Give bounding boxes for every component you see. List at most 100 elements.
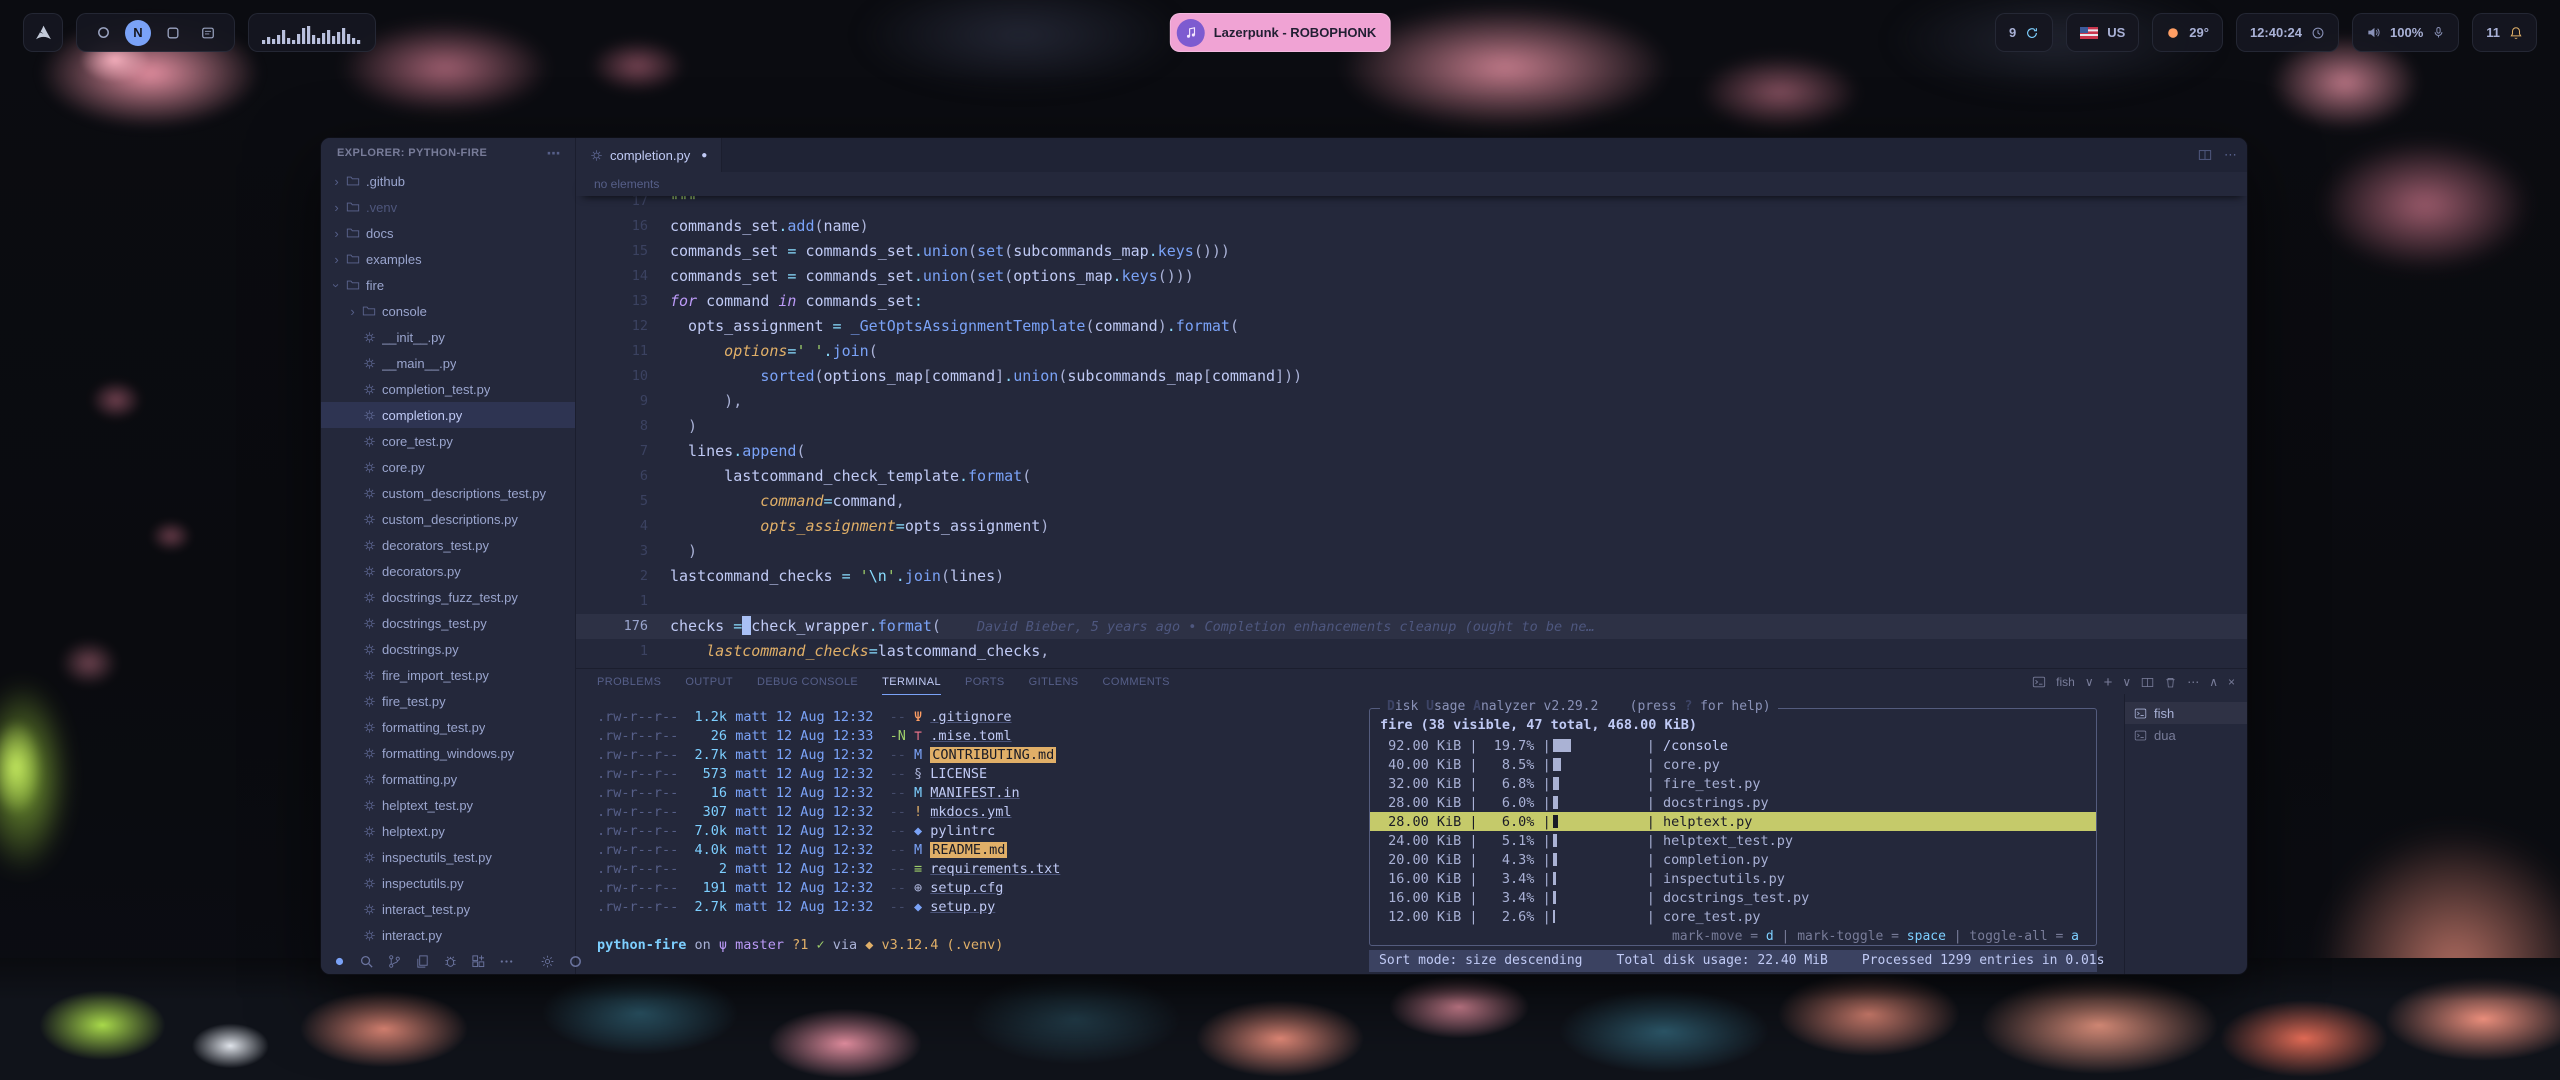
tree-file-core.py[interactable]: core.py [321, 454, 575, 480]
code-text [648, 589, 670, 614]
tab-completion-py[interactable]: completion.py ● [576, 138, 722, 172]
python-file-icon [360, 929, 378, 942]
clock-widget[interactable]: 12:40:24 [2236, 13, 2339, 52]
workspace-1[interactable] [90, 20, 116, 46]
dua-row-inspectutils.py[interactable]: 16.00 KiB | 3.4% || inspectutils.py [1370, 869, 2096, 888]
keyboard-layout-widget[interactable]: US [2066, 13, 2139, 52]
tree-folder-.github[interactable]: ›.github [321, 168, 575, 194]
tree-item-label: docs [366, 226, 393, 241]
tree-file-decorators_test.py[interactable]: decorators_test.py [321, 532, 575, 558]
tree-file-docstrings_test.py[interactable]: docstrings_test.py [321, 610, 575, 636]
panel-tab-gitlens[interactable]: GITLENS [1029, 669, 1079, 695]
media-player-widget[interactable]: Lazerpunk - ROBOPHONK [1170, 13, 1391, 52]
tree-file-formatting.py[interactable]: formatting.py [321, 766, 575, 792]
terminal-file-row: .rw-r--r-- 2.7k matt 12 Aug 12:32 -- ◆ s… [597, 898, 1337, 917]
tree-file-inspectutils.py[interactable]: inspectutils.py [321, 870, 575, 896]
dua-row-docstrings.py[interactable]: 28.00 KiB | 6.0% || docstrings.py [1370, 793, 2096, 812]
workspace-3[interactable] [160, 20, 186, 46]
workspace-2[interactable]: N [125, 20, 151, 46]
tree-file-fire_import_test.py[interactable]: fire_import_test.py [321, 662, 575, 688]
dua-row-core.py[interactable]: 40.00 KiB | 8.5% || core.py [1370, 755, 2096, 774]
launch-profile-chevron-icon[interactable]: ∨ [2122, 676, 2131, 688]
panel-tab-debug-console[interactable]: DEBUG CONSOLE [757, 669, 858, 695]
shell-input-line[interactable]: › [597, 955, 1337, 974]
code-line-10: 10 sorted(options_map[command].union(sub… [576, 364, 2248, 389]
new-terminal-button[interactable]: + [2104, 675, 2113, 690]
tree-folder-docs[interactable]: ›docs [321, 220, 575, 246]
more-icon[interactable] [499, 954, 514, 969]
search-icon[interactable] [359, 954, 374, 969]
line-number: 1 [576, 589, 648, 614]
split-editor-icon[interactable] [2198, 148, 2212, 162]
tree-file-inspectutils_test.py[interactable]: inspectutils_test.py [321, 844, 575, 870]
dua-row-docstrings_test.py[interactable]: 16.00 KiB | 3.4% || docstrings_test.py [1370, 888, 2096, 907]
tree-file-formatting_windows.py[interactable]: formatting_windows.py [321, 740, 575, 766]
breadcrumb[interactable]: no elements [576, 172, 2248, 196]
split-terminal-icon[interactable] [2141, 676, 2154, 689]
wallpaper-grass [0, 680, 70, 875]
system-graph-widget[interactable] [248, 13, 376, 52]
tree-item-label: decorators.py [382, 564, 461, 579]
usage-bar [1553, 739, 1645, 752]
extensions-icon[interactable] [471, 954, 486, 969]
tree-file-__main__.py[interactable]: __main__.py [321, 350, 575, 376]
launcher-button[interactable] [23, 13, 63, 52]
tree-file-__init__.py[interactable]: __init__.py [321, 324, 575, 350]
speaker-icon [2366, 25, 2381, 40]
tree-file-helptext_test.py[interactable]: helptext_test.py [321, 792, 575, 818]
kill-terminal-icon[interactable] [2164, 676, 2177, 689]
workspace-4[interactable] [195, 20, 221, 46]
dua-row-completion.py[interactable]: 20.00 KiB | 4.3% || completion.py [1370, 850, 2096, 869]
dua-row-helptext.py[interactable]: 28.00 KiB | 6.0% || helptext.py [1370, 812, 2096, 831]
tree-file-custom_descriptions_test.py[interactable]: custom_descriptions_test.py [321, 480, 575, 506]
close-panel-icon[interactable]: × [2228, 675, 2235, 689]
tree-file-interact.py[interactable]: interact.py [321, 922, 575, 948]
updates-widget[interactable]: 9 [1995, 13, 2053, 52]
maximize-panel-icon[interactable]: ∧ [2209, 676, 2218, 688]
tree-file-fire_test.py[interactable]: fire_test.py [321, 688, 575, 714]
tree-file-formatting_test.py[interactable]: formatting_test.py [321, 714, 575, 740]
debug-icon[interactable] [443, 954, 458, 969]
panel-tab-problems[interactable]: PROBLEMS [597, 669, 661, 695]
remote-status-icon[interactable] [333, 955, 346, 968]
tree-file-core_test.py[interactable]: core_test.py [321, 428, 575, 454]
terminal-tab-dua[interactable]: dua [2125, 724, 2248, 746]
dua-row-core_test.py[interactable]: 12.00 KiB | 2.6% || core_test.py [1370, 907, 2096, 926]
tree-file-docstrings_fuzz_test.py[interactable]: docstrings_fuzz_test.py [321, 584, 575, 610]
tree-folder-fire[interactable]: ›fire [321, 272, 575, 298]
tree-file-custom_descriptions.py[interactable]: custom_descriptions.py [321, 506, 575, 532]
settings-gear-icon[interactable] [540, 954, 555, 969]
panel-more-icon[interactable]: ⋯ [2187, 675, 2199, 689]
dua-row-/console[interactable]: 92.00 KiB | 19.7% || /console [1370, 736, 2096, 755]
panel-tab-comments[interactable]: COMMENTS [1103, 669, 1170, 695]
editor-more-icon[interactable]: ⋯ [2224, 147, 2237, 163]
tree-file-completion_test.py[interactable]: completion_test.py [321, 376, 575, 402]
tree-folder-console[interactable]: ›console [321, 298, 575, 324]
dua-row-helptext_test.py[interactable]: 24.00 KiB | 5.1% || helptext_test.py [1370, 831, 2096, 850]
tree-file-interact_test.py[interactable]: interact_test.py [321, 896, 575, 922]
tree-file-helptext.py[interactable]: helptext.py [321, 818, 575, 844]
tree-folder-.venv[interactable]: ›.venv [321, 194, 575, 220]
tree-file-completion.py[interactable]: completion.py [321, 402, 575, 428]
code-text: ) [648, 414, 697, 439]
panel-tab-ports[interactable]: PORTS [965, 669, 1005, 695]
audio-widget[interactable]: 100% [2352, 13, 2459, 52]
explorer-more-icon[interactable]: ⋯ [547, 145, 561, 162]
source-control-icon[interactable] [387, 954, 402, 969]
weather-widget[interactable]: 29° [2152, 13, 2223, 52]
terminal-profile-label[interactable]: fish [2056, 675, 2075, 689]
tree-file-docstrings.py[interactable]: docstrings.py [321, 636, 575, 662]
tree-file-decorators.py[interactable]: decorators.py [321, 558, 575, 584]
explorer-icon[interactable] [415, 954, 430, 969]
notifications-widget[interactable]: 11 [2472, 13, 2537, 52]
dua-row-fire_test.py[interactable]: 32.00 KiB | 6.8% || fire_test.py [1370, 774, 2096, 793]
python-file-icon [360, 825, 378, 838]
terminal-tab-fish[interactable]: fish [2125, 702, 2248, 724]
panel-tab-output[interactable]: OUTPUT [685, 669, 733, 695]
tree-folder-examples[interactable]: ›examples [321, 246, 575, 272]
chevron-down-icon[interactable]: ∨ [2085, 676, 2094, 688]
panel-tab-terminal[interactable]: TERMINAL [882, 669, 941, 695]
code-editor[interactable]: 17"""16commands_set.add(name)15commands_… [576, 196, 2248, 668]
workspace-switcher: N [76, 13, 235, 52]
terminal-panel[interactable]: .rw-r--r-- 1.2k matt 12 Aug 12:32 -- Ψ .… [576, 694, 2248, 975]
